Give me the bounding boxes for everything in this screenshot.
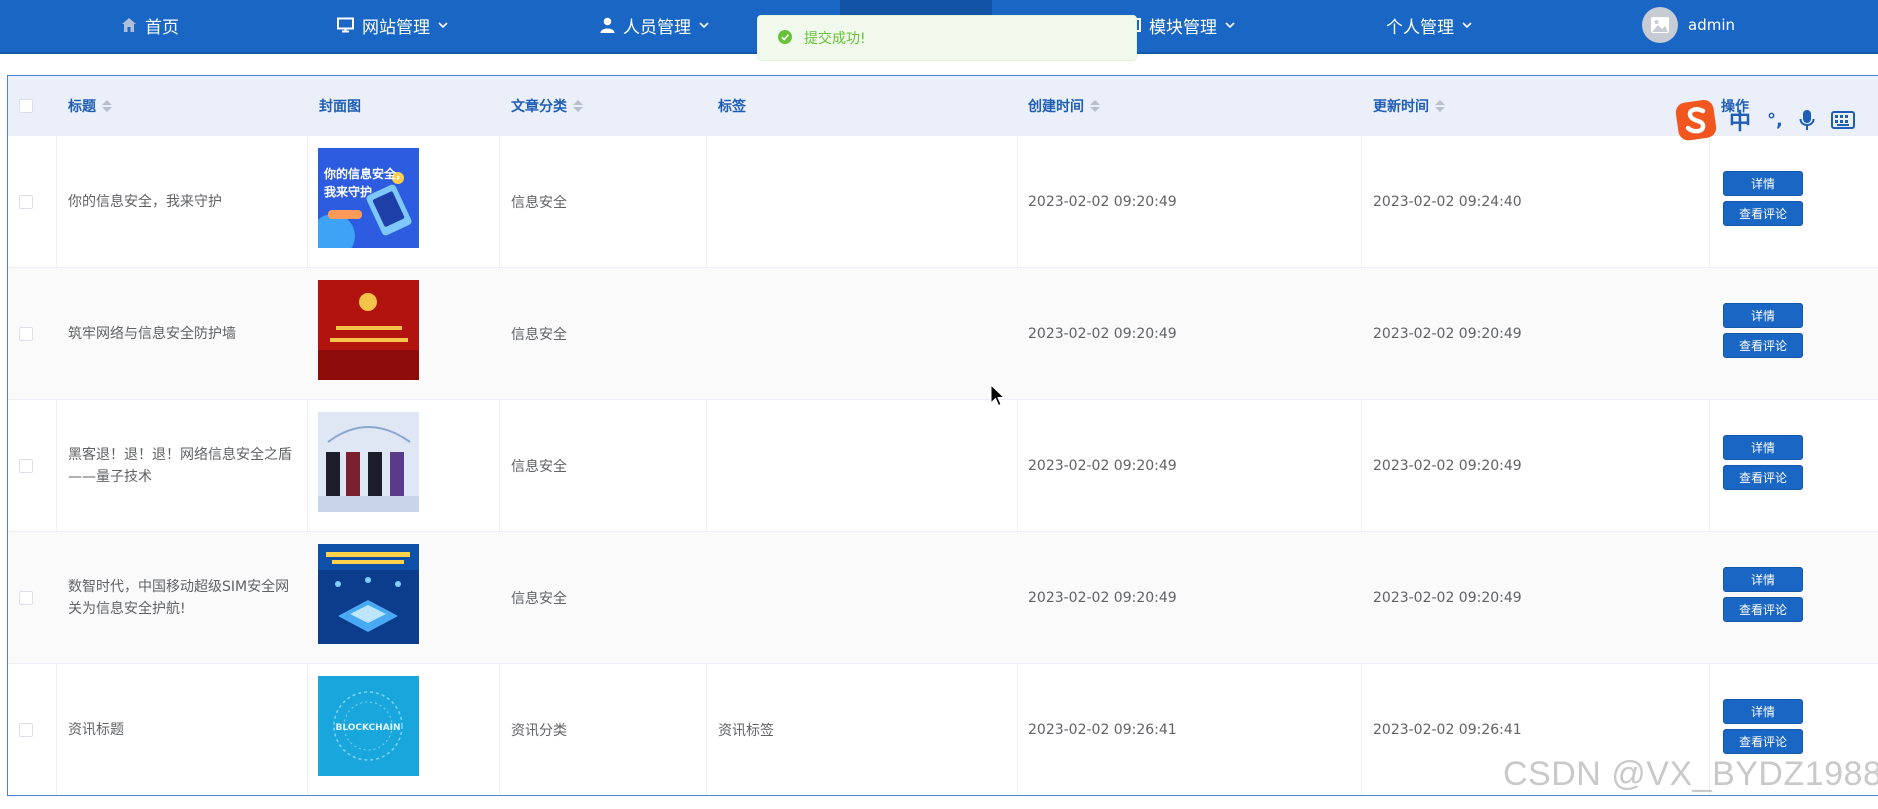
table-header: 标题 封面图 文章分类 标签 创建时间 更新时间 操作	[8, 76, 1878, 135]
row-title: 数智时代，中国移动超级SIM安全网关为信息安全护航!	[68, 578, 290, 617]
column-header-updated[interactable]: 更新时间	[1373, 76, 1445, 135]
row-tag: 资讯标签	[718, 722, 774, 739]
column-header-category[interactable]: 文章分类	[511, 76, 583, 135]
svg-text:你的信息安全,: 你的信息安全,	[323, 166, 401, 181]
row-title: 筑牢网络与信息安全防护墙	[68, 325, 236, 342]
avatar	[1642, 7, 1678, 43]
row-created-time: 2023-02-02 09:20:49	[1028, 457, 1177, 474]
table-row: 数智时代，中国移动超级SIM安全网关为信息安全护航! 信息安全 2023-02-…	[8, 531, 1878, 663]
nav-personal-management-label: 个人管理	[1386, 17, 1454, 38]
row-updated-time: 2023-02-02 09:20:49	[1373, 325, 1522, 342]
nav-module-management[interactable]: 模块管理	[1127, 0, 1235, 50]
cover-image	[318, 412, 419, 512]
row-category: 信息安全	[511, 590, 567, 607]
nav-personal-management[interactable]: 个人管理	[1386, 0, 1472, 50]
table-row: 黑客退！退！退！网络信息安全之盾——量子技术 信息安全 2023-02-02 0…	[8, 399, 1878, 531]
table-row: 你的信息安全，我来守护 你的信息安全, 我来守护 信息安全 2023-02-02…	[8, 135, 1878, 267]
row-updated-time: 2023-02-02 09:24:40	[1373, 193, 1522, 210]
ime-language-toggle[interactable]: 中	[1729, 104, 1751, 136]
sort-icon[interactable]	[573, 99, 583, 112]
nav-site-management[interactable]: 网站管理	[337, 0, 448, 50]
sogou-logo-icon[interactable]	[1675, 98, 1719, 142]
cover-image	[318, 544, 419, 644]
home-icon	[121, 17, 137, 33]
nav-module-management-label: 模块管理	[1149, 17, 1217, 38]
row-updated-time: 2023-02-02 09:20:49	[1373, 457, 1522, 474]
row-category: 信息安全	[511, 326, 567, 343]
microphone-icon[interactable]	[1799, 109, 1815, 131]
chevron-down-icon	[699, 21, 709, 29]
user-icon	[600, 17, 615, 33]
sort-icon[interactable]	[1090, 99, 1100, 112]
row-title: 资讯标题	[68, 721, 124, 738]
row-checkbox[interactable]	[19, 194, 33, 209]
nav-site-management-label: 网站管理	[362, 17, 430, 38]
table-row: 筑牢网络与信息安全防护墙 信息安全 2023-02-02 09:20:49 20…	[8, 267, 1878, 399]
detail-button[interactable]: 详情	[1723, 303, 1803, 328]
svg-text:BLOCKCHAIN: BLOCKCHAIN	[335, 723, 400, 733]
row-checkbox[interactable]	[19, 458, 33, 473]
row-category: 资讯分类	[511, 722, 567, 739]
chevron-down-icon	[438, 21, 448, 29]
view-comments-button[interactable]: 查看评论	[1723, 201, 1803, 226]
mouse-cursor-icon	[990, 383, 1006, 412]
user-menu[interactable]: admin	[1642, 0, 1735, 50]
column-header-created[interactable]: 创建时间	[1028, 76, 1100, 135]
monitor-icon	[337, 17, 354, 33]
ime-toolbar[interactable]: 中 °,	[1675, 97, 1855, 143]
sort-icon[interactable]	[1435, 99, 1445, 112]
nav-home[interactable]: 首页	[121, 0, 179, 50]
nav-people-management-label: 人员管理	[623, 17, 691, 38]
detail-button[interactable]: 详情	[1723, 567, 1803, 592]
row-created-time: 2023-02-02 09:20:49	[1028, 193, 1177, 210]
success-check-icon	[778, 29, 792, 48]
svg-text:我来守护: 我来守护	[324, 184, 372, 199]
nav-people-management[interactable]: 人员管理	[600, 0, 709, 50]
row-updated-time: 2023-02-02 09:26:41	[1373, 721, 1522, 738]
detail-button[interactable]: 详情	[1723, 435, 1803, 460]
row-created-time: 2023-02-02 09:26:41	[1028, 721, 1177, 738]
detail-button[interactable]: 详情	[1723, 699, 1803, 724]
row-checkbox[interactable]	[19, 590, 33, 605]
select-all-checkbox[interactable]	[19, 99, 33, 113]
column-header-cover: 封面图	[319, 98, 361, 115]
row-title: 黑客退！退！退！网络信息安全之盾——量子技术	[68, 446, 292, 485]
ime-punctuation-toggle[interactable]: °,	[1767, 110, 1783, 131]
cover-image: 你的信息安全, 我来守护	[318, 148, 419, 248]
row-category: 信息安全	[511, 194, 567, 211]
row-created-time: 2023-02-02 09:20:49	[1028, 325, 1177, 342]
sort-icon[interactable]	[102, 99, 112, 112]
view-comments-button[interactable]: 查看评论	[1723, 333, 1803, 358]
row-checkbox[interactable]	[19, 722, 33, 737]
article-table: 标题 封面图 文章分类 标签 创建时间 更新时间 操作 你的信息安全，我来守护 …	[7, 75, 1878, 796]
detail-button[interactable]: 详情	[1723, 171, 1803, 196]
row-category: 信息安全	[511, 458, 567, 475]
cover-image: BLOCKCHAIN	[318, 676, 419, 776]
column-header-title[interactable]: 标题	[68, 76, 112, 135]
nav-home-label: 首页	[145, 17, 179, 38]
toast-message: 提交成功!	[804, 31, 866, 47]
success-toast: 提交成功!	[757, 15, 1137, 61]
chevron-down-icon	[1462, 21, 1472, 29]
watermark: CSDN @VX_BYDZ1988	[1503, 755, 1878, 793]
cover-image	[318, 280, 419, 380]
view-comments-button[interactable]: 查看评论	[1723, 465, 1803, 490]
row-created-time: 2023-02-02 09:20:49	[1028, 589, 1177, 606]
row-updated-time: 2023-02-02 09:20:49	[1373, 589, 1522, 606]
view-comments-button[interactable]: 查看评论	[1723, 597, 1803, 622]
chevron-down-icon	[1225, 21, 1235, 29]
view-comments-button[interactable]: 查看评论	[1723, 729, 1803, 754]
row-title: 你的信息安全，我来守护	[68, 193, 222, 210]
nav-active-indicator	[840, 0, 992, 16]
row-checkbox[interactable]	[19, 326, 33, 341]
column-header-tag: 标签	[718, 98, 746, 115]
username: admin	[1688, 16, 1735, 34]
keyboard-icon[interactable]	[1830, 111, 1855, 129]
